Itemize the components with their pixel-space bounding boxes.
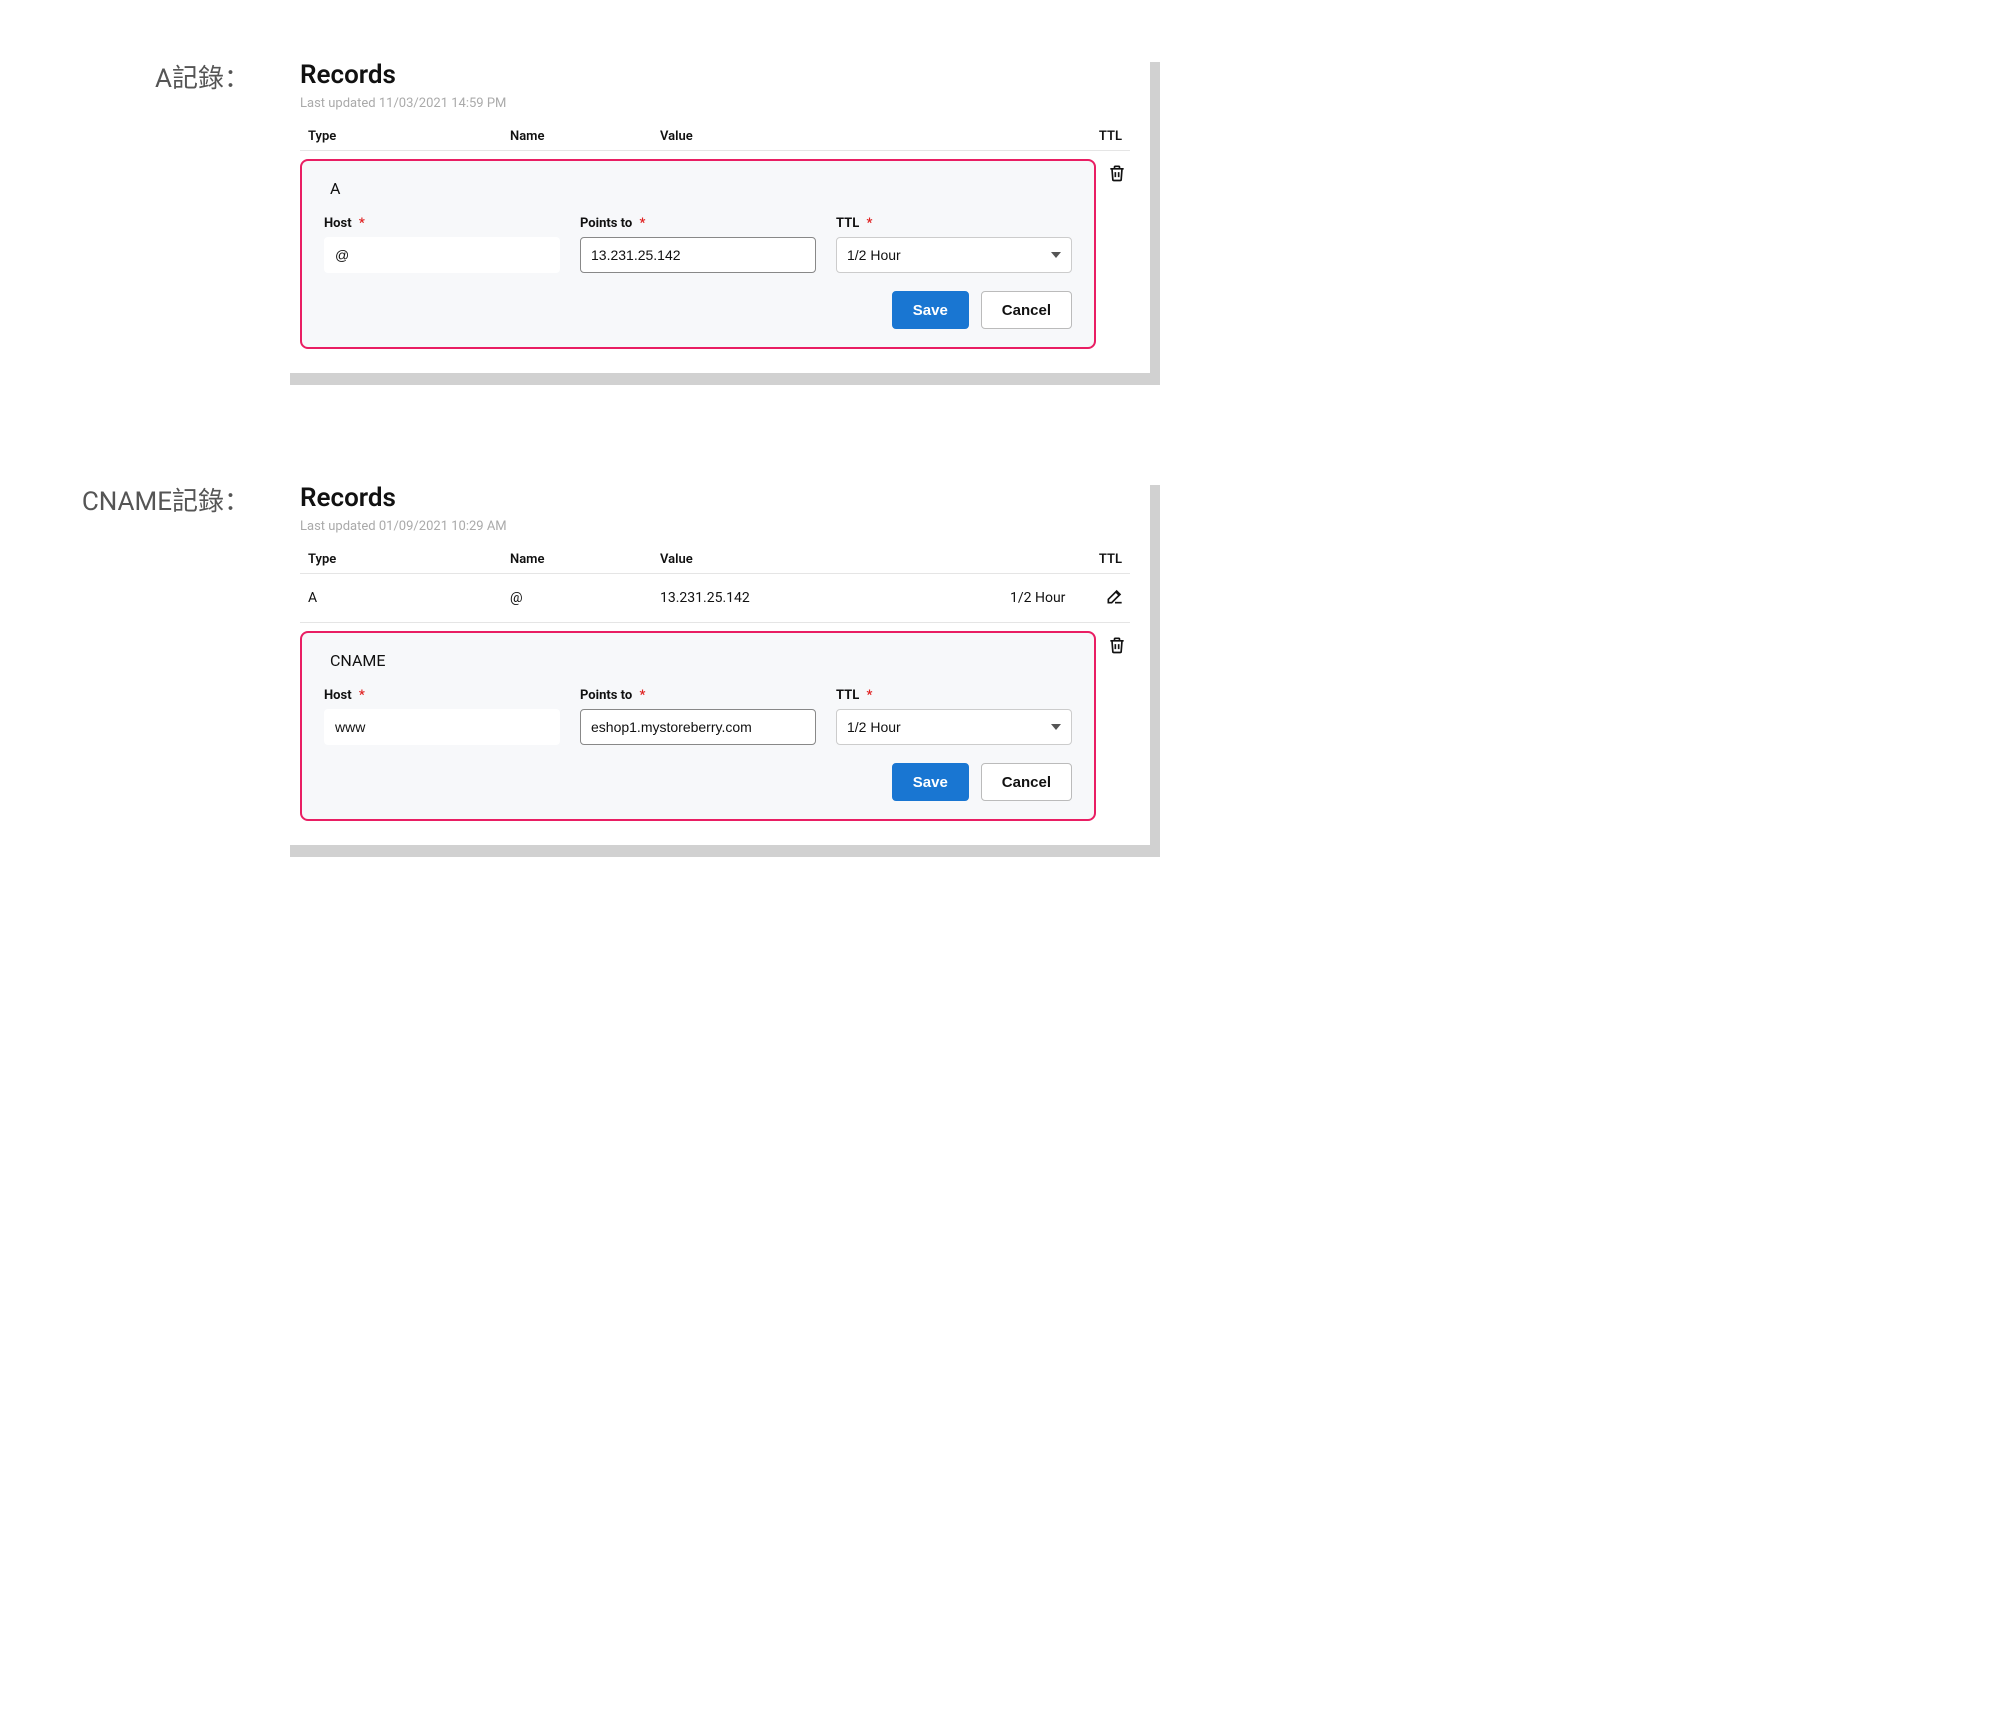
required-asterisk: * [359, 216, 365, 231]
table-headers: Type Name Value TTL [300, 546, 1130, 574]
delete-button[interactable] [1104, 159, 1130, 187]
record-type-label: A [330, 179, 1072, 198]
row-ttl: 1/2 Hour [1010, 590, 1100, 606]
field-row: Host * Points to * TTL [324, 688, 1072, 745]
host-label: Host * [324, 216, 560, 231]
ttl-label: TTL * [836, 688, 1072, 703]
header-type: Type [300, 129, 510, 144]
host-field: Host * [324, 688, 560, 745]
row-value: 13.231.25.142 [660, 590, 1010, 606]
required-asterisk: * [639, 688, 645, 703]
host-input[interactable] [324, 709, 560, 745]
points-to-input[interactable] [580, 237, 816, 273]
a-record-section: A記錄： Records Last updated 11/03/2021 14:… [60, 50, 1939, 373]
delete-button[interactable] [1104, 631, 1130, 659]
header-ttl: TTL [1010, 552, 1130, 567]
cname-record-edit-card: CNAME Host * Points to * [300, 631, 1096, 821]
points-to-label: Points to * [580, 688, 816, 703]
header-ttl: TTL [1010, 129, 1130, 144]
host-field: Host * [324, 216, 560, 273]
header-value: Value [660, 552, 1010, 567]
points-to-input[interactable] [580, 709, 816, 745]
points-to-label-text: Points to [580, 688, 632, 703]
header-name: Name [510, 552, 660, 567]
header-type: Type [300, 552, 510, 567]
trash-icon [1107, 635, 1127, 659]
field-row: Host * Points to * TTL [324, 216, 1072, 273]
last-updated-text: Last updated 01/09/2021 10:29 AM [300, 519, 1130, 534]
a-record-panel: Records Last updated 11/03/2021 14:59 PM… [280, 50, 1150, 373]
button-row: Save Cancel [324, 291, 1072, 329]
ttl-field: TTL * 1/2 Hour [836, 216, 1072, 273]
edit-row-wrapper: A Host * Points to * [300, 159, 1130, 349]
last-updated-text: Last updated 11/03/2021 14:59 PM [300, 96, 1130, 111]
panel-title: Records [300, 60, 1130, 90]
ttl-label-text: TTL [836, 688, 859, 703]
ttl-field: TTL * 1/2 Hour [836, 688, 1072, 745]
a-record-side-label: A記錄： [60, 50, 250, 95]
row-name: @ [510, 590, 660, 606]
save-button[interactable]: Save [892, 763, 969, 801]
cname-record-panel: Records Last updated 01/09/2021 10:29 AM… [280, 473, 1150, 845]
required-asterisk: * [866, 688, 872, 703]
header-value: Value [660, 129, 1010, 144]
table-headers: Type Name Value TTL [300, 123, 1130, 151]
ttl-label-text: TTL [836, 216, 859, 231]
required-asterisk: * [639, 216, 645, 231]
points-to-field: Points to * [580, 688, 816, 745]
panel-title: Records [300, 483, 1130, 513]
points-to-label: Points to * [580, 216, 816, 231]
cname-record-side-label: CNAME記錄： [60, 473, 250, 518]
host-label: Host * [324, 688, 560, 703]
cancel-button[interactable]: Cancel [981, 763, 1072, 801]
points-to-label-text: Points to [580, 216, 632, 231]
button-row: Save Cancel [324, 763, 1072, 801]
host-input[interactable] [324, 237, 560, 273]
save-button[interactable]: Save [892, 291, 969, 329]
host-label-text: Host [324, 688, 352, 703]
a-record-edit-card: A Host * Points to * [300, 159, 1096, 349]
header-name: Name [510, 129, 660, 144]
edit-icon [1105, 586, 1125, 610]
required-asterisk: * [359, 688, 365, 703]
ttl-select[interactable]: 1/2 Hour [836, 237, 1072, 273]
row-type: A [300, 590, 510, 606]
required-asterisk: * [866, 216, 872, 231]
points-to-field: Points to * [580, 216, 816, 273]
edit-row-wrapper: CNAME Host * Points to * [300, 631, 1130, 821]
cancel-button[interactable]: Cancel [981, 291, 1072, 329]
edit-button[interactable] [1100, 586, 1130, 610]
record-type-label: CNAME [330, 651, 1072, 670]
table-row: A @ 13.231.25.142 1/2 Hour [300, 574, 1130, 623]
host-label-text: Host [324, 216, 352, 231]
ttl-select[interactable]: 1/2 Hour [836, 709, 1072, 745]
ttl-label: TTL * [836, 216, 1072, 231]
trash-icon [1107, 163, 1127, 187]
cname-record-section: CNAME記錄： Records Last updated 01/09/2021… [60, 473, 1939, 845]
